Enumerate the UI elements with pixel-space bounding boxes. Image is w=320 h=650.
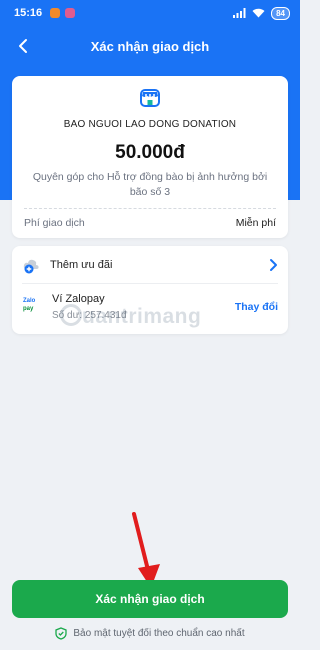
page-title: Xác nhận giao dịch	[90, 38, 210, 54]
watermark: uantrimang	[82, 305, 202, 328]
confirm-transaction-button[interactable]: Xác nhận giao dịch	[12, 580, 288, 618]
status-bar: 15:16 84	[0, 0, 300, 26]
battery-icon: 84	[271, 6, 290, 20]
status-time: 15:16	[14, 7, 43, 19]
store-icon	[140, 89, 160, 107]
chevron-right-icon	[270, 258, 277, 271]
fee-value: Miễn phí	[235, 217, 276, 229]
back-arrow-icon	[19, 39, 27, 53]
nav-bar: Xác nhận giao dịch	[0, 28, 300, 64]
app-notification-icon	[50, 8, 61, 18]
transaction-description: Quyên góp cho Hỗ trợ đồng bào bị ảnh hưở…	[32, 171, 268, 198]
zalopay-logo: Zalo pay	[23, 297, 45, 319]
merchant-name: BAO NGUOI LAO DONG DONATION	[63, 119, 237, 130]
cloud-plus-icon	[23, 259, 39, 273]
shield-check-icon	[55, 627, 68, 640]
zalopay-logo-text-top: Zalo	[23, 298, 36, 304]
change-payment-link[interactable]: Thay đổi	[235, 301, 278, 313]
watermark-logo	[60, 304, 82, 326]
wifi-icon	[252, 8, 265, 18]
security-note: Bảo mật tuyệt đối theo chuẩn cao nhất	[0, 627, 300, 640]
add-promotion-row[interactable]: Thêm ưu đãi	[12, 246, 288, 283]
signal-icon	[233, 8, 246, 18]
zalopay-logo-text-bottom: pay	[23, 306, 34, 312]
security-note-text: Bảo mật tuyệt đối theo chuẩn cao nhất	[73, 628, 245, 639]
add-promotion-label: Thêm ưu đãi	[50, 258, 113, 271]
transaction-summary-card: BAO NGUOI LAO DONG DONATION 50.000đ Quyê…	[12, 76, 288, 238]
divider	[24, 208, 276, 209]
fee-label: Phí giao dịch	[24, 217, 85, 229]
back-button[interactable]	[10, 32, 36, 60]
transaction-amount: 50.000đ	[115, 142, 185, 163]
app-notification-icon	[65, 8, 76, 18]
wallet-name: Ví Zalopay	[52, 293, 105, 305]
